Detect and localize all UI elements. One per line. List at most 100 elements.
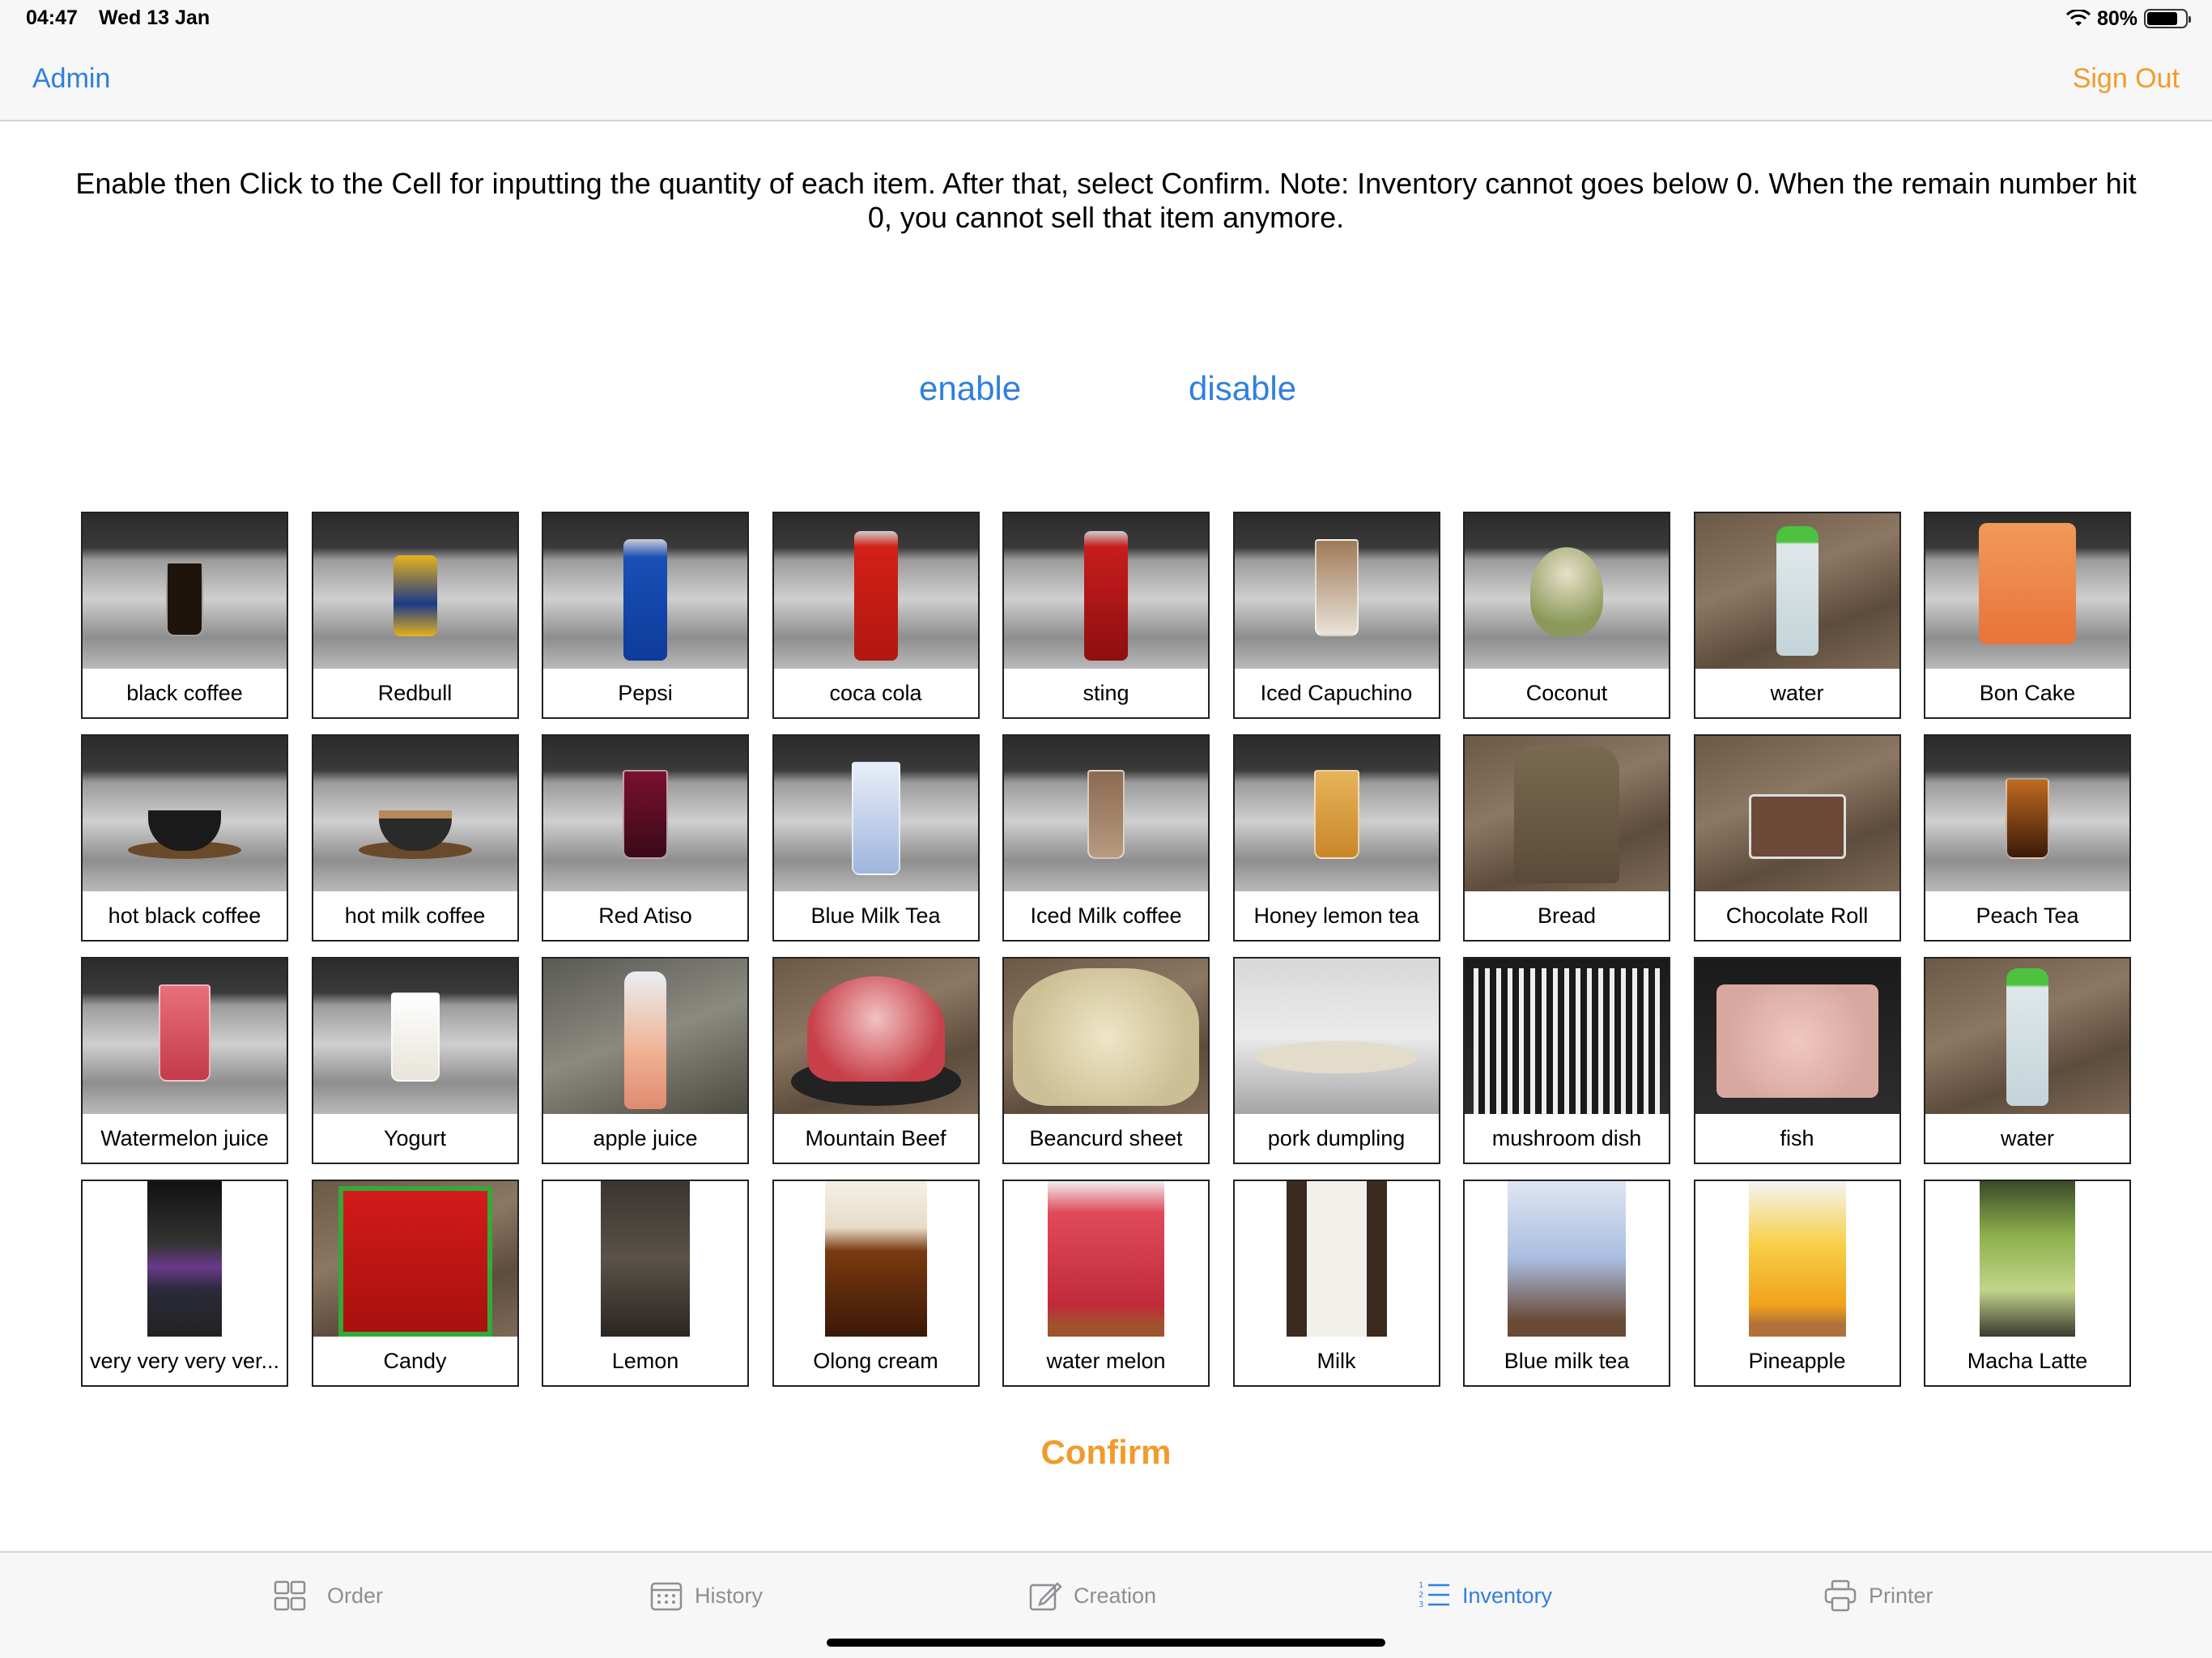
item-photo <box>83 1181 287 1337</box>
inventory-cell[interactable]: Coconut <box>1463 512 1670 719</box>
inventory-cell[interactable]: Blue milk tea <box>1463 1180 1670 1387</box>
printer-icon <box>1824 1579 1857 1612</box>
svg-text:1: 1 <box>1419 1581 1423 1590</box>
inventory-cell[interactable]: water <box>1693 512 1901 719</box>
battery-percent: 80% <box>2096 6 2138 30</box>
item-label: Mountain Beef <box>805 1125 946 1150</box>
item-label: Iced Capuchino <box>1260 680 1413 705</box>
item-photo <box>1004 736 1208 891</box>
inventory-cell[interactable]: Iced Capuchino <box>1232 512 1440 719</box>
inventory-cell[interactable]: Blue Milk Tea <box>772 734 980 942</box>
item-photo <box>313 736 517 891</box>
item-label: sting <box>1083 680 1129 705</box>
item-photo <box>1925 1181 2129 1337</box>
inventory-cell[interactable]: Bread <box>1463 734 1670 942</box>
inventory-cell[interactable]: fish <box>1693 957 1901 1164</box>
item-photo <box>543 959 747 1114</box>
inventory-cell[interactable]: Candy <box>311 1180 519 1387</box>
inventory-cell[interactable]: Olong cream <box>772 1180 980 1387</box>
item-photo <box>543 1181 747 1337</box>
item-photo <box>313 959 517 1114</box>
inventory-cell[interactable]: coca cola <box>772 512 980 719</box>
tab-creation[interactable]: Creation <box>1028 1579 1156 1613</box>
item-label: hot black coffee <box>108 903 262 928</box>
item-label: Yogurt <box>383 1125 447 1150</box>
item-label: apple juice <box>593 1125 698 1150</box>
tab-bar: Order History Creation 123 Inventory Pri… <box>0 1551 2212 1658</box>
tab-label: Order <box>327 1583 384 1608</box>
item-photo <box>773 959 978 1114</box>
tab-order[interactable]: Order <box>266 1579 383 1613</box>
inventory-cell[interactable]: Lemon <box>542 1180 749 1387</box>
tab-label: Inventory <box>1462 1583 1553 1608</box>
inventory-cell[interactable]: Yogurt <box>311 957 519 1164</box>
item-photo <box>313 513 517 669</box>
item-label: mushroom dish <box>1491 1125 1642 1150</box>
inventory-cell[interactable]: Pepsi <box>542 512 749 719</box>
item-label: very very very ver... <box>89 1348 280 1373</box>
tab-printer[interactable]: Printer <box>1823 1579 1933 1613</box>
inventory-cell[interactable]: Mountain Beef <box>772 957 980 1164</box>
disable-button[interactable]: disable <box>1189 369 1296 408</box>
inventory-cell[interactable]: water <box>1924 957 2131 1164</box>
inventory-cell[interactable]: Bon Cake <box>1924 512 2131 719</box>
item-photo <box>83 959 287 1114</box>
item-label: water <box>2000 1125 2055 1150</box>
grid-icon <box>274 1580 306 1611</box>
item-label: Milk <box>1317 1348 1356 1373</box>
item-label: Pineapple <box>1748 1348 1846 1373</box>
item-label: Olong cream <box>813 1348 938 1373</box>
tab-history[interactable]: History <box>649 1579 763 1613</box>
inventory-cell[interactable]: Milk <box>1232 1180 1440 1387</box>
enable-button[interactable]: enable <box>919 369 1021 408</box>
item-label: pork dumpling <box>1267 1125 1406 1150</box>
item-label: Pepsi <box>618 680 673 705</box>
item-photo <box>1465 959 1669 1114</box>
inventory-cell[interactable]: water melon <box>1002 1180 1210 1387</box>
confirm-button[interactable]: Confirm <box>0 1433 2212 1472</box>
item-photo <box>1925 736 2129 891</box>
item-label: hot milk coffee <box>344 903 486 928</box>
inventory-cell[interactable]: apple juice <box>542 957 749 1164</box>
inventory-cell[interactable]: hot black coffee <box>81 734 288 942</box>
wifi-icon <box>2065 10 2091 26</box>
inventory-cell[interactable]: hot milk coffee <box>311 734 519 942</box>
inventory-cell[interactable]: Chocolate Roll <box>1693 734 1901 942</box>
inventory-cell[interactable]: Macha Latte <box>1924 1180 2131 1387</box>
home-indicator[interactable] <box>827 1639 1385 1647</box>
inventory-cell[interactable]: mushroom dish <box>1463 957 1670 1164</box>
item-photo <box>313 1181 517 1337</box>
item-label: Chocolate Roll <box>1725 903 1869 928</box>
inventory-cell[interactable]: Pineapple <box>1693 1180 1901 1387</box>
item-photo <box>1004 959 1208 1114</box>
item-label: Bread <box>1537 903 1597 928</box>
item-photo <box>1234 513 1439 669</box>
inventory-cell[interactable]: Red Atiso <box>542 734 749 942</box>
item-photo <box>1234 959 1439 1114</box>
inventory-cell[interactable]: Watermelon juice <box>81 957 288 1164</box>
admin-button[interactable]: Admin <box>32 63 110 95</box>
inventory-cell[interactable]: very very very ver... <box>81 1180 288 1387</box>
inventory-cell[interactable]: sting <box>1002 512 1210 719</box>
inventory-cell[interactable]: black coffee <box>81 512 288 719</box>
edit-icon <box>1029 1582 1062 1611</box>
item-label: water <box>1770 680 1824 705</box>
list-icon: 123 <box>1419 1581 1449 1609</box>
inventory-cell[interactable]: Redbull <box>311 512 519 719</box>
inventory-cell[interactable]: Iced Milk coffee <box>1002 734 1210 942</box>
inventory-grid: black coffee Redbull Pepsi coca cola sti… <box>81 512 2133 1388</box>
item-label: Red Atiso <box>598 903 692 928</box>
tab-inventory[interactable]: 123 Inventory <box>1417 1579 1552 1613</box>
item-label: Redbull <box>377 680 453 705</box>
calendar-icon <box>650 1582 683 1611</box>
status-date: Wed 13 Jan <box>99 6 211 29</box>
item-label: Watermelon juice <box>100 1125 269 1150</box>
inventory-cell[interactable]: pork dumpling <box>1232 957 1440 1164</box>
inventory-cell[interactable]: Beancurd sheet <box>1002 957 1210 1164</box>
item-photo <box>1695 513 1899 669</box>
item-label: Coconut <box>1525 680 1608 705</box>
inventory-cell[interactable]: Honey lemon tea <box>1232 734 1440 942</box>
inventory-cell[interactable]: Peach Tea <box>1924 734 2131 942</box>
sign-out-button[interactable]: Sign Out <box>2073 63 2180 95</box>
status-bar: 04:47 Wed 13 Jan 80% <box>0 0 2212 39</box>
